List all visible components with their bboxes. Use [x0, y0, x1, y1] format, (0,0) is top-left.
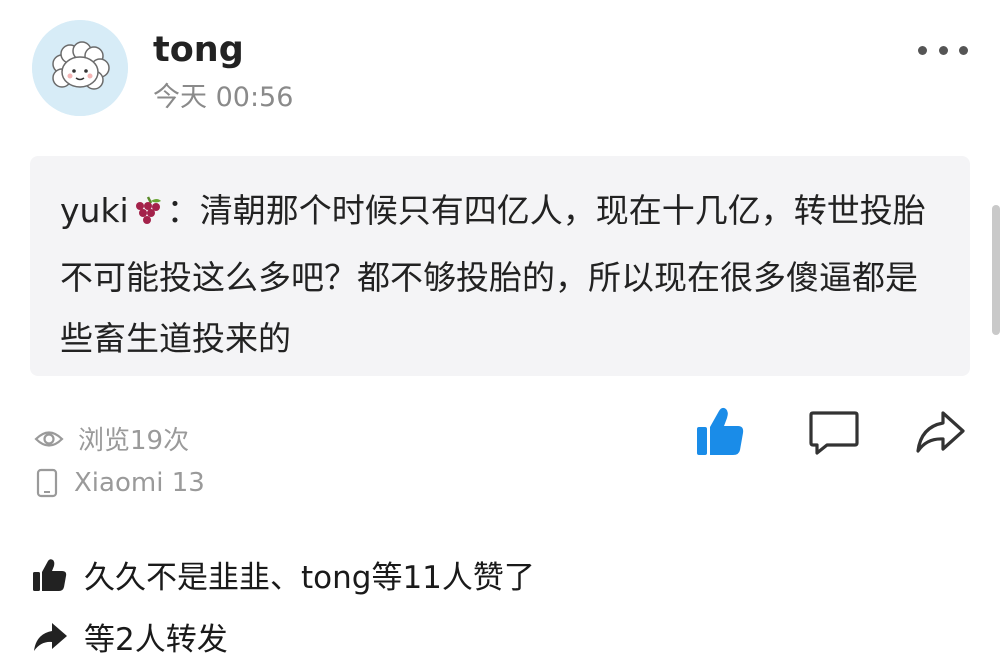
phone-icon — [34, 468, 60, 498]
view-count: 浏览19次 — [78, 426, 190, 456]
likes-summary-row[interactable]: 久久不是韭韭、tong等11人赞了 — [32, 552, 535, 597]
post-time: 今天 00:56 — [153, 82, 294, 113]
quote-separator: ： — [166, 191, 200, 230]
post-page: tong 今天 00:56 yuki ：清朝那个时候只有四亿人，现在十几亿，转世… — [0, 0, 1000, 662]
quoted-username[interactable]: yuki — [60, 191, 129, 230]
like-button[interactable] — [692, 404, 748, 460]
thumbs-up-icon — [697, 407, 744, 455]
share-icon — [32, 621, 68, 653]
more-dots-icon[interactable] — [918, 40, 968, 60]
comment-button[interactable] — [806, 404, 862, 460]
sheep-avatar-icon — [32, 20, 128, 116]
avatar[interactable] — [32, 20, 128, 116]
view-count-row: 浏览19次 — [34, 420, 189, 457]
comment-icon — [809, 411, 859, 455]
share-icon — [916, 411, 965, 453]
quoted-comment: yuki ：清朝那个时候只有四亿人，现在十几亿，转世投胎不可能投这么多吧？都不够… — [60, 180, 940, 369]
eye-icon — [34, 428, 64, 450]
share-button[interactable] — [912, 404, 968, 460]
scrollbar[interactable] — [992, 205, 1000, 335]
likes-summary: 久久不是韭韭、tong等11人赞了 — [84, 560, 535, 596]
thumbs-up-icon — [32, 558, 68, 592]
device-name: Xiaomi 13 — [74, 468, 205, 498]
reposts-summary: 等2人转发 — [84, 622, 228, 658]
grape-icon — [131, 186, 165, 247]
reposts-summary-row[interactable]: 等2人转发 — [32, 614, 228, 659]
device-row: Xiaomi 13 — [34, 468, 205, 498]
author-name[interactable]: tong — [153, 28, 244, 72]
